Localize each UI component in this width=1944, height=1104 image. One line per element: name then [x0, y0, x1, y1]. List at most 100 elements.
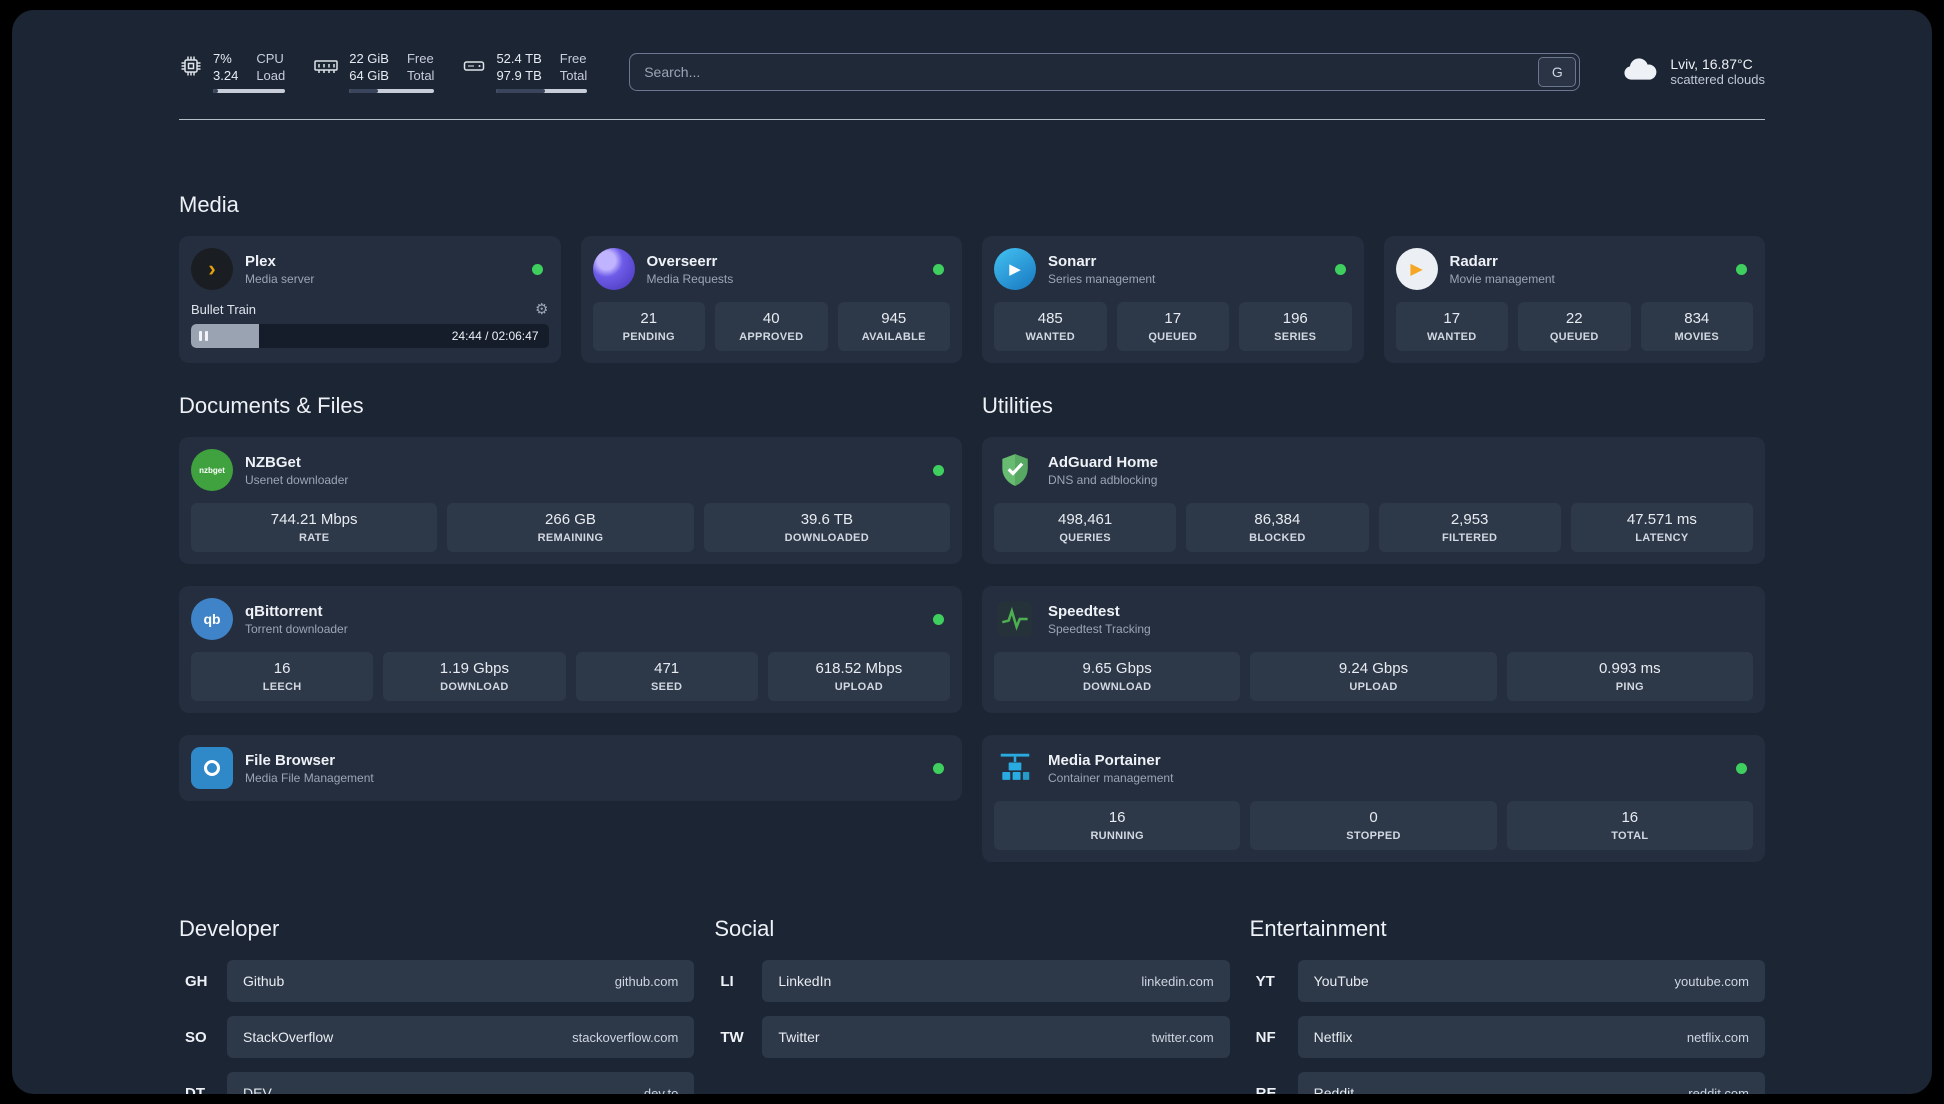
playback-progress-bar[interactable]: 24:44 / 02:06:47 [191, 324, 549, 348]
weather-location: Lviv, 16.87°C [1670, 56, 1753, 72]
bookmark-link[interactable]: YouTube youtube.com [1297, 960, 1765, 1002]
ram-free-value: 22 GiB [349, 51, 389, 66]
adguard-shield-icon [994, 449, 1036, 491]
top-bar: 7% 3.24 CPU Load 22 GiB 64 GiB Free Tota… [179, 10, 1765, 93]
bookmark-linkedin: LI LinkedIn linkedin.com [714, 960, 1230, 1002]
service-name: Sonarr [1048, 252, 1097, 270]
service-name: Overseerr [646, 252, 718, 270]
header-divider [179, 119, 1765, 120]
service-desc: Container management [1048, 770, 1174, 785]
bookmark-abbr: NF [1255, 1028, 1276, 1046]
settings-gear-icon[interactable]: ⚙ [535, 300, 548, 318]
section-title-social: Social [714, 916, 775, 941]
bookmark-stackoverflow: SO StackOverflow stackoverflow.com [179, 1016, 695, 1058]
cloud-icon [1622, 56, 1658, 87]
sonarr-icon: ▶ [994, 248, 1036, 290]
ram-memory-icon [313, 50, 339, 83]
search-input[interactable] [630, 63, 1536, 80]
service-desc: Usenet downloader [245, 472, 349, 487]
section-social: Social LI LinkedIn linkedin.com TW Twitt… [714, 916, 1230, 1094]
service-card-speedtest[interactable]: Speedtest Speedtest Tracking 9.65 Gbps D… [982, 586, 1765, 713]
disk-usage-bar [496, 89, 588, 93]
service-card-filebrowser[interactable]: File Browser Media File Management [179, 735, 962, 801]
cpu-labels: CPU Load [256, 50, 285, 84]
cpu-percent: 7% [213, 51, 232, 66]
pause-icon [199, 331, 202, 341]
cpu-label: CPU [256, 51, 284, 66]
service-card-qbittorrent[interactable]: qb qBittorrent Torrent downloader 16 LEE… [179, 586, 962, 713]
section-media: Media › Plex Media server Bullet Train ⚙… [179, 192, 1765, 363]
service-card-plex[interactable]: › Plex Media server Bullet Train ⚙ 24:44… [179, 236, 561, 363]
ram-metric: 22 GiB 64 GiB Free Total [313, 50, 435, 93]
section-title-entertainment: Entertainment [1249, 916, 1387, 941]
disk-total-value: 97.9 TB [496, 68, 542, 83]
bookmark-abbr: DT [185, 1084, 205, 1095]
stat-stopped: 0 STOPPED [1250, 801, 1497, 850]
stat-series: 196 SERIES [1239, 302, 1352, 351]
status-dot [1334, 263, 1346, 275]
disk-metric: 52.4 TB 97.9 TB Free Total [462, 50, 588, 93]
service-card-sonarr[interactable]: ▶ Sonarr Series management 485 WANTED 17… [982, 236, 1364, 363]
disk-drive-icon [462, 50, 486, 83]
cpu-chip-icon [179, 50, 203, 83]
service-card-adguard[interactable]: AdGuard Home DNS and adblocking 498,461 … [982, 437, 1765, 564]
stat-movies: 834 MOVIES [1640, 302, 1753, 351]
service-card-overseerr[interactable]: Overseerr Media Requests 21 PENDING 40 A… [580, 236, 962, 363]
weather-widget[interactable]: Lviv, 16.87°C scattered clouds [1622, 56, 1765, 87]
ram-usage-bar [349, 89, 435, 93]
service-name: Radarr [1449, 252, 1498, 270]
stat-upload: 618.52 Mbps UPLOAD [767, 652, 950, 701]
ram-values: 22 GiB 64 GiB [349, 50, 389, 84]
bookmark-abbr: SO [185, 1028, 207, 1046]
service-card-nzbget[interactable]: nzbget NZBGet Usenet downloader 744.21 M… [179, 437, 962, 564]
bookmark-abbr: GH [185, 972, 208, 990]
service-name: Media Portainer [1048, 751, 1161, 769]
disk-free-value: 52.4 TB [496, 51, 542, 66]
status-dot [933, 464, 944, 476]
bookmark-netflix: NF Netflix netflix.com [1250, 1016, 1765, 1058]
bookmark-link[interactable]: Twitter twitter.com [762, 1016, 1230, 1058]
stat-filtered: 2,953 FILTERED [1378, 503, 1561, 552]
stat-latency: 47.571 ms LATENCY [1570, 503, 1753, 552]
ram-total-label: Total [406, 68, 435, 83]
service-desc: Speedtest Tracking [1048, 621, 1151, 636]
bookmark-abbr: TW [720, 1028, 744, 1046]
bookmark-abbr: LI [720, 972, 734, 990]
now-playing-title: Bullet Train [191, 301, 257, 317]
status-dot [1736, 762, 1747, 774]
bookmark-link[interactable]: LinkedIn linkedin.com [762, 960, 1230, 1002]
stat-running: 16 RUNNING [994, 801, 1241, 850]
section-developer: Developer GH Github github.com SO StackO… [179, 916, 695, 1095]
disk-labels: Free Total [560, 50, 587, 84]
search-engine-button[interactable]: G [1538, 56, 1577, 87]
stat-download: 9.65 Gbps DOWNLOAD [994, 652, 1241, 701]
bookmark-link[interactable]: Netflix netflix.com [1297, 1016, 1765, 1058]
disk-total-label: Total [559, 68, 588, 83]
bookmark-github: GH Github github.com [179, 960, 695, 1002]
service-name: AdGuard Home [1048, 453, 1159, 471]
bookmark-link[interactable]: StackOverflow stackoverflow.com [227, 1016, 695, 1058]
section-documents: Documents & Files nzbget NZBGet Usenet d… [179, 393, 962, 862]
service-card-portainer[interactable]: Media Portainer Container management 16 … [982, 735, 1765, 862]
bookmark-link[interactable]: DEV dev.to [227, 1072, 695, 1094]
service-desc: Media File Management [245, 770, 374, 785]
dashboard-panel: 7% 3.24 CPU Load 22 GiB 64 GiB Free Tota… [12, 10, 1932, 1094]
service-name: NZBGet [245, 453, 301, 471]
stat-pending: 21 PENDING [592, 302, 705, 351]
section-utilities: Utilities AdGuard Home DNS and adblockin… [982, 393, 1765, 862]
bookmark-link[interactable]: Github github.com [227, 960, 695, 1002]
service-card-radarr[interactable]: ▶ Radarr Movie management 17 WANTED 22 Q… [1383, 236, 1765, 363]
stat-total: 16 TOTAL [1506, 801, 1753, 850]
search-bar[interactable]: G [629, 52, 1581, 91]
stat-seed: 471 SEED [575, 652, 758, 701]
radarr-icon: ▶ [1395, 248, 1438, 290]
section-title-utilities: Utilities [982, 393, 1053, 418]
bookmark-link[interactable]: Reddit reddit.com [1297, 1072, 1765, 1094]
cpu-metric: 7% 3.24 CPU Load [179, 50, 286, 93]
ram-total-value: 64 GiB [349, 68, 389, 83]
stat-blocked: 86,384 BLOCKED [1186, 503, 1369, 552]
section-title-developer: Developer [179, 916, 280, 941]
cpu-usage-bar [213, 89, 286, 93]
speedtest-pulse-icon [994, 598, 1036, 640]
plex-icon: › [191, 248, 233, 290]
